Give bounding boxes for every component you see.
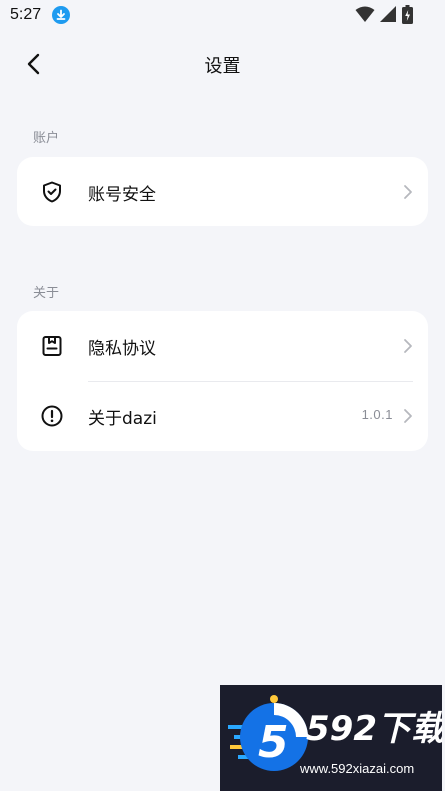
status-bar: 5:27 [0, 0, 445, 32]
cellular-signal-icon [380, 6, 396, 22]
chevron-right-icon [404, 339, 412, 353]
version-value: 1.0.1 [361, 407, 393, 422]
section-label-account: 账户 [33, 131, 60, 146]
settings-row-label: 关于dazi [88, 409, 157, 429]
site-logo-text: 5 [258, 717, 289, 768]
about-card: 隐私协议 关于dazi 1.0.1 [17, 311, 428, 451]
account-card: 账号安全 [17, 157, 428, 226]
info-circle-icon [41, 405, 63, 427]
site-watermark: 5 592下载 www.592xiazai.com [220, 685, 442, 791]
wifi-icon [355, 6, 375, 22]
battery-icon [402, 5, 413, 24]
page-title: 设置 [204, 56, 241, 77]
shield-check-icon [43, 181, 61, 203]
settings-row-label: 账号安全 [88, 185, 156, 205]
document-icon [42, 336, 62, 356]
settings-row-label: 隐私协议 [88, 339, 156, 359]
chevron-right-icon [404, 409, 412, 423]
status-time: 5:27 [10, 6, 42, 23]
app-header: 设置 [0, 40, 445, 90]
settings-row-account-security[interactable]: 账号安全 [17, 157, 428, 227]
download-notification-icon [52, 6, 70, 24]
chevron-right-icon [404, 185, 412, 199]
settings-row-privacy-policy[interactable]: 隐私协议 [17, 311, 428, 381]
watermark-title: 592下载 [306, 709, 442, 749]
watermark-url: www.592xiazai.com [300, 761, 415, 776]
section-label-about: 关于 [33, 286, 60, 301]
settings-row-about-dazi[interactable]: 关于dazi 1.0.1 [17, 381, 428, 451]
